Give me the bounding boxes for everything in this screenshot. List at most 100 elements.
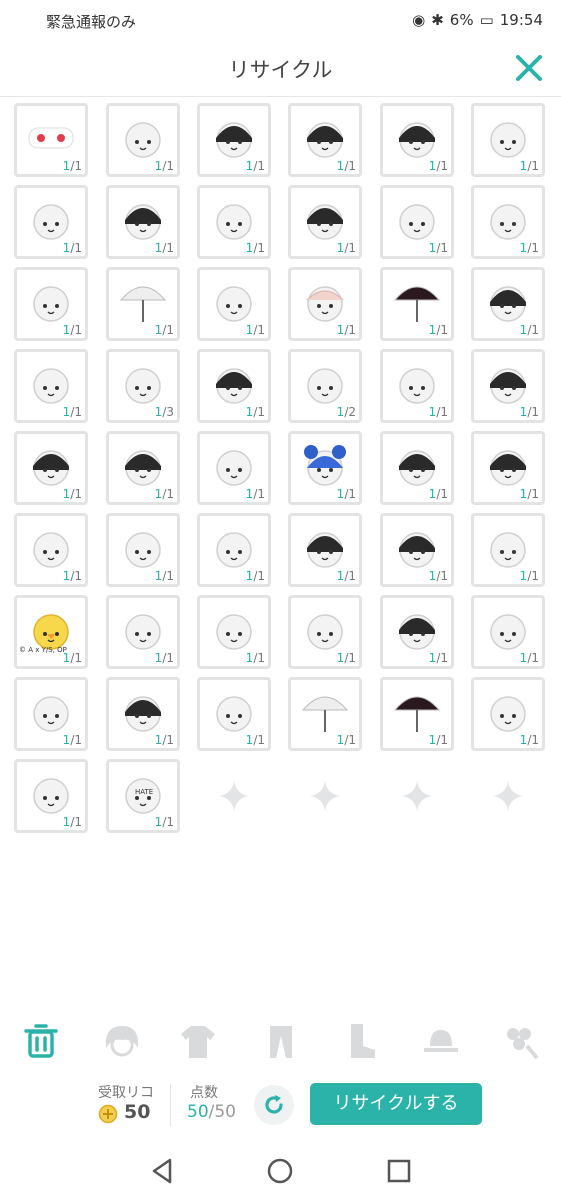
bottoms-icon[interactable] <box>258 1018 304 1064</box>
recycle-button[interactable]: リサイクルする <box>310 1083 482 1125</box>
item-cell[interactable]: 1/1 <box>471 431 545 505</box>
item-count: 1/1 <box>155 815 174 829</box>
item-cell[interactable]: 1/1 <box>288 185 362 259</box>
item-count-total: /1 <box>162 323 174 337</box>
item-count: 1/1 <box>246 323 265 337</box>
item-cell[interactable]: 1/3 <box>106 349 180 423</box>
black-bow-headband-icon <box>125 696 161 732</box>
item-cell[interactable]: 1/1 <box>106 185 180 259</box>
item-cell[interactable]: 1/1 <box>380 185 454 259</box>
item-count: 1/1 <box>246 733 265 747</box>
refresh-icon <box>265 1095 283 1114</box>
item-cell[interactable]: 1/1 <box>380 103 454 177</box>
item-cell[interactable]: 1/1 <box>380 267 454 341</box>
item-cell[interactable]: 1/1 <box>14 431 88 505</box>
item-cell[interactable]: 1/1 <box>471 103 545 177</box>
item-cell[interactable]: 1/1 <box>197 185 271 259</box>
item-cell[interactable]: 1/1 <box>106 513 180 587</box>
item-cell[interactable]: 1/1 <box>380 677 454 751</box>
item-count: 1/1 <box>337 159 356 173</box>
item-count-total: /1 <box>527 241 539 255</box>
item-count-total: /1 <box>70 159 82 173</box>
item-cell[interactable]: 1/1 <box>380 431 454 505</box>
item-cell[interactable]: 1/1 <box>471 595 545 669</box>
item-count-total: /1 <box>70 733 82 747</box>
item-count: 1/1 <box>337 487 356 501</box>
boot-icon[interactable] <box>337 1018 383 1064</box>
item-cell[interactable]: 1/1 <box>197 677 271 751</box>
item-cell[interactable]: 1/1 <box>197 431 271 505</box>
item-cell[interactable]: 1/1 <box>380 349 454 423</box>
item-cell[interactable]: 1/1 <box>197 595 271 669</box>
item-count: 1/2 <box>337 405 356 419</box>
item-cell[interactable]: 1/1 <box>106 267 180 341</box>
item-cell[interactable]: 1/1 <box>471 267 545 341</box>
item-count-total: /1 <box>162 569 174 583</box>
item-cell[interactable]: 1/1 <box>380 595 454 669</box>
black-boots-2-icon <box>307 122 343 158</box>
item-cell[interactable]: 1/1 <box>471 677 545 751</box>
item-cell[interactable]: 1/1 <box>14 349 88 423</box>
hair-icon[interactable] <box>98 1018 144 1064</box>
item-count: 1/1 <box>429 487 448 501</box>
item-cell[interactable]: 1/1 <box>106 677 180 751</box>
item-cell[interactable]: 1/1 <box>14 759 88 833</box>
item-cell[interactable]: 1/1 <box>106 595 180 669</box>
points-current: 50 <box>187 1102 209 1122</box>
item-cell[interactable]: 1/1 <box>288 677 362 751</box>
item-cell[interactable]: 1/1 <box>380 513 454 587</box>
item-cell[interactable]: 1/1 <box>471 185 545 259</box>
page-title: リサイクル <box>228 58 333 82</box>
black-lace-parasol-icon <box>393 696 441 732</box>
item-count-total: /1 <box>253 241 265 255</box>
item-count: 1/1 <box>155 487 174 501</box>
item-count: 1/1 <box>429 241 448 255</box>
item-count: 1/1 <box>63 405 82 419</box>
back-icon[interactable] <box>145 1154 179 1188</box>
item-cell[interactable]: 1/1 <box>197 267 271 341</box>
item-count-total: /1 <box>162 487 174 501</box>
hat-icon[interactable] <box>418 1018 464 1064</box>
item-cell[interactable]: 1/1 <box>197 349 271 423</box>
item-cell[interactable]: © A x Y/S, OP 1/1 <box>14 595 88 669</box>
item-count: 1/1 <box>246 569 265 583</box>
item-cell[interactable]: 1/1 <box>14 677 88 751</box>
item-cell[interactable]: 1/1 <box>471 513 545 587</box>
item-count: 1/1 <box>520 323 539 337</box>
shirt-icon[interactable] <box>175 1018 221 1064</box>
item-cell[interactable]: 1/1 <box>288 267 362 341</box>
item-count: 1/1 <box>337 241 356 255</box>
item-cell[interactable]: 1/1 <box>288 595 362 669</box>
item-count: 1/1 <box>246 241 265 255</box>
trash-icon[interactable] <box>18 1018 64 1064</box>
black-beanie-icon <box>33 450 69 486</box>
refresh-button[interactable] <box>254 1085 294 1125</box>
item-cell[interactable]: 1/1 <box>288 103 362 177</box>
item-cell[interactable]: 1/1 <box>106 103 180 177</box>
item-cell[interactable]: 1/1 <box>14 513 88 587</box>
sparkle-icon <box>402 781 432 811</box>
close-icon[interactable] <box>513 52 545 84</box>
item-cell[interactable]: 1/1 <box>14 267 88 341</box>
white-tights-icon <box>125 122 161 158</box>
item-cell[interactable]: 1/1 <box>197 103 271 177</box>
octopus-costume-icon <box>490 614 526 650</box>
pink-blush-face-icon <box>33 532 69 568</box>
item-count: 1/1 <box>337 733 356 747</box>
item-cell[interactable]: HATE 1/1 <box>106 759 180 833</box>
item-cell[interactable]: 1/1 <box>288 513 362 587</box>
item-cell[interactable]: 1/1 <box>288 431 362 505</box>
bottom-bar: 受取リコ 50 点数 50/50 リサイクルする <box>0 1076 561 1136</box>
battery-text: 6% <box>449 11 474 29</box>
item-count: 1/1 <box>63 733 82 747</box>
item-cell[interactable]: 1/1 <box>14 103 88 177</box>
home-icon[interactable] <box>263 1154 297 1188</box>
recent-apps-icon[interactable] <box>382 1154 416 1188</box>
item-cell[interactable]: 1/1 <box>197 513 271 587</box>
item-cell[interactable]: 1/1 <box>106 431 180 505</box>
white-buns-hair-icon <box>125 532 161 568</box>
accessory-icon[interactable] <box>497 1018 543 1064</box>
item-cell[interactable]: 1/1 <box>14 185 88 259</box>
item-cell[interactable]: 1/1 <box>471 349 545 423</box>
item-cell[interactable]: 1/2 <box>288 349 362 423</box>
